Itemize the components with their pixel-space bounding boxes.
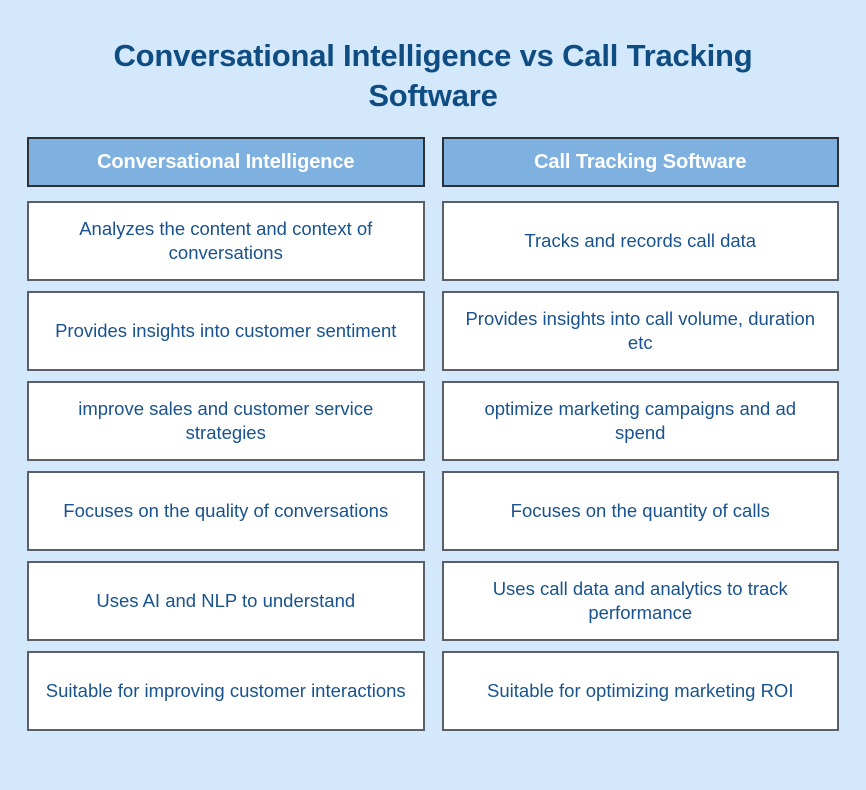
cell-text: Suitable for improving customer interact…: [27, 651, 425, 732]
cell-text: Uses AI and NLP to understand: [27, 561, 425, 642]
table-cell-left: Provides insights into customer sentimen…: [27, 291, 425, 372]
cell-text: improve sales and customer service strat…: [27, 381, 425, 462]
cell-text: Provides insights into customer sentimen…: [27, 291, 425, 372]
infographic-page: Conversational Intelligence vs Call Trac…: [0, 0, 866, 790]
page-title: Conversational Intelligence vs Call Trac…: [113, 38, 753, 113]
table-row: Suitable for improving customer interact…: [27, 651, 839, 732]
table-header-row: Conversational Intelligence Call Trackin…: [27, 137, 839, 188]
table-cell-right: optimize marketing campaigns and ad spen…: [441, 381, 839, 462]
table-row: improve sales and customer service strat…: [27, 381, 839, 462]
cell-text: Provides insights into call volume, dura…: [441, 291, 839, 372]
table-cell-left: Focuses on the quality of conversations: [27, 471, 425, 552]
table-cell-left: Uses AI and NLP to understand: [27, 561, 425, 642]
table-cell-right: Tracks and records call data: [441, 201, 839, 282]
table-row: Analyzes the content and context of conv…: [27, 201, 839, 282]
table-cell-left: Analyzes the content and context of conv…: [27, 201, 425, 282]
cell-text: Analyzes the content and context of conv…: [27, 201, 425, 282]
table-cell-right: Uses call data and analytics to track pe…: [441, 561, 839, 642]
header-cell-conversational-intelligence: Conversational Intelligence: [27, 137, 425, 188]
table-row: Focuses on the quality of conversations …: [27, 471, 839, 552]
table-row: Provides insights into customer sentimen…: [27, 291, 839, 372]
table-cell-right: Focuses on the quantity of calls: [441, 471, 839, 552]
cell-text: Uses call data and analytics to track pe…: [441, 561, 839, 642]
cell-text: optimize marketing campaigns and ad spen…: [441, 381, 839, 462]
table-row: Uses AI and NLP to understand Uses call …: [27, 561, 839, 642]
header-cell-call-tracking-software: Call Tracking Software: [441, 137, 839, 188]
column-call-tracking-software: Call Tracking Software: [441, 137, 839, 188]
cell-text: Focuses on the quantity of calls: [441, 471, 839, 552]
cell-text: Suitable for optimizing marketing ROI: [441, 651, 839, 732]
cell-text: Focuses on the quality of conversations: [27, 471, 425, 552]
table-cell-right: Provides insights into call volume, dura…: [441, 291, 839, 372]
column-conversational-intelligence: Conversational Intelligence: [27, 137, 425, 188]
table-cell-left: Suitable for improving customer interact…: [27, 651, 425, 732]
table-cell-right: Suitable for optimizing marketing ROI: [441, 651, 839, 732]
table-cell-left: improve sales and customer service strat…: [27, 381, 425, 462]
cell-text: Tracks and records call data: [441, 201, 839, 282]
comparison-table: Conversational Intelligence Call Trackin…: [27, 137, 839, 732]
